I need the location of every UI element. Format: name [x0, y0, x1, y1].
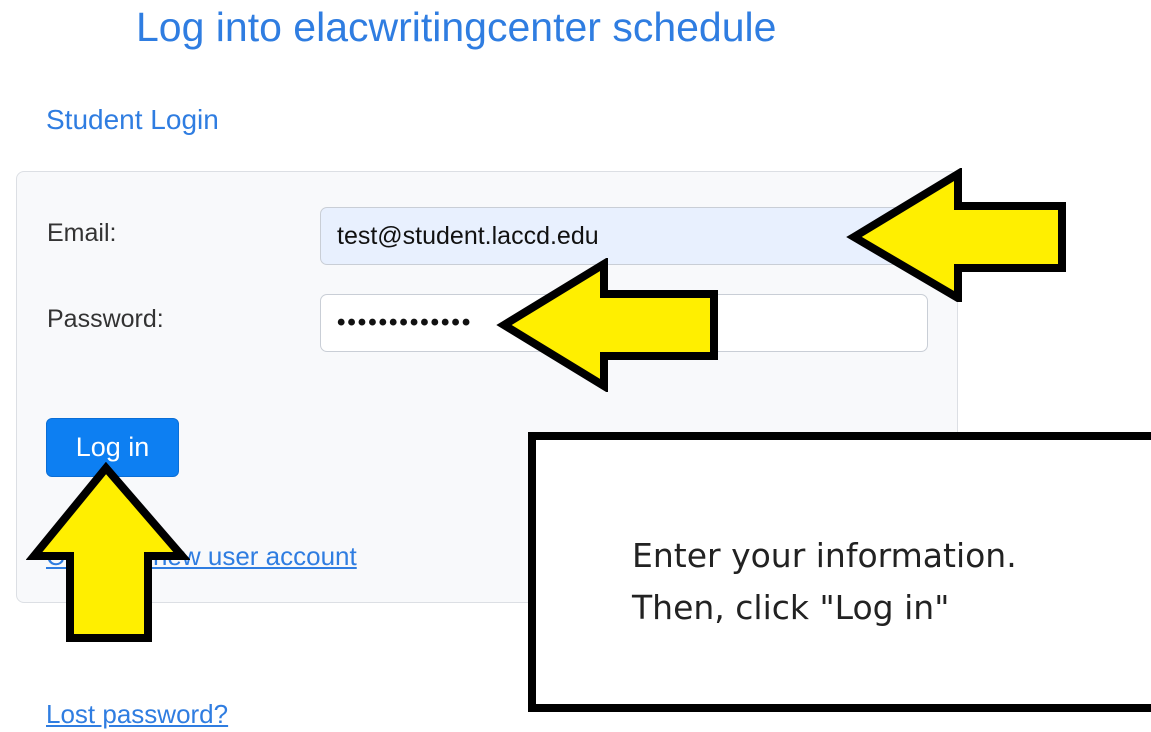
- lost-password-link[interactable]: Lost password?: [46, 699, 228, 730]
- instruction-callout: Enter your information. Then, click "Log…: [528, 432, 1151, 712]
- section-title: Student Login: [46, 104, 219, 135]
- instruction-line-1: Enter your information.: [632, 536, 1017, 575]
- password-label: Password:: [47, 305, 164, 333]
- instruction-line-2: Then, click "Log in": [632, 588, 950, 627]
- email-label: Email:: [47, 219, 117, 247]
- page-title: Log into elacwritingcenter schedule: [136, 4, 777, 50]
- create-account-link[interactable]: Create a new user account: [46, 541, 357, 572]
- email-input[interactable]: [320, 207, 928, 265]
- login-button[interactable]: Log in: [46, 418, 179, 477]
- password-input[interactable]: [320, 294, 928, 352]
